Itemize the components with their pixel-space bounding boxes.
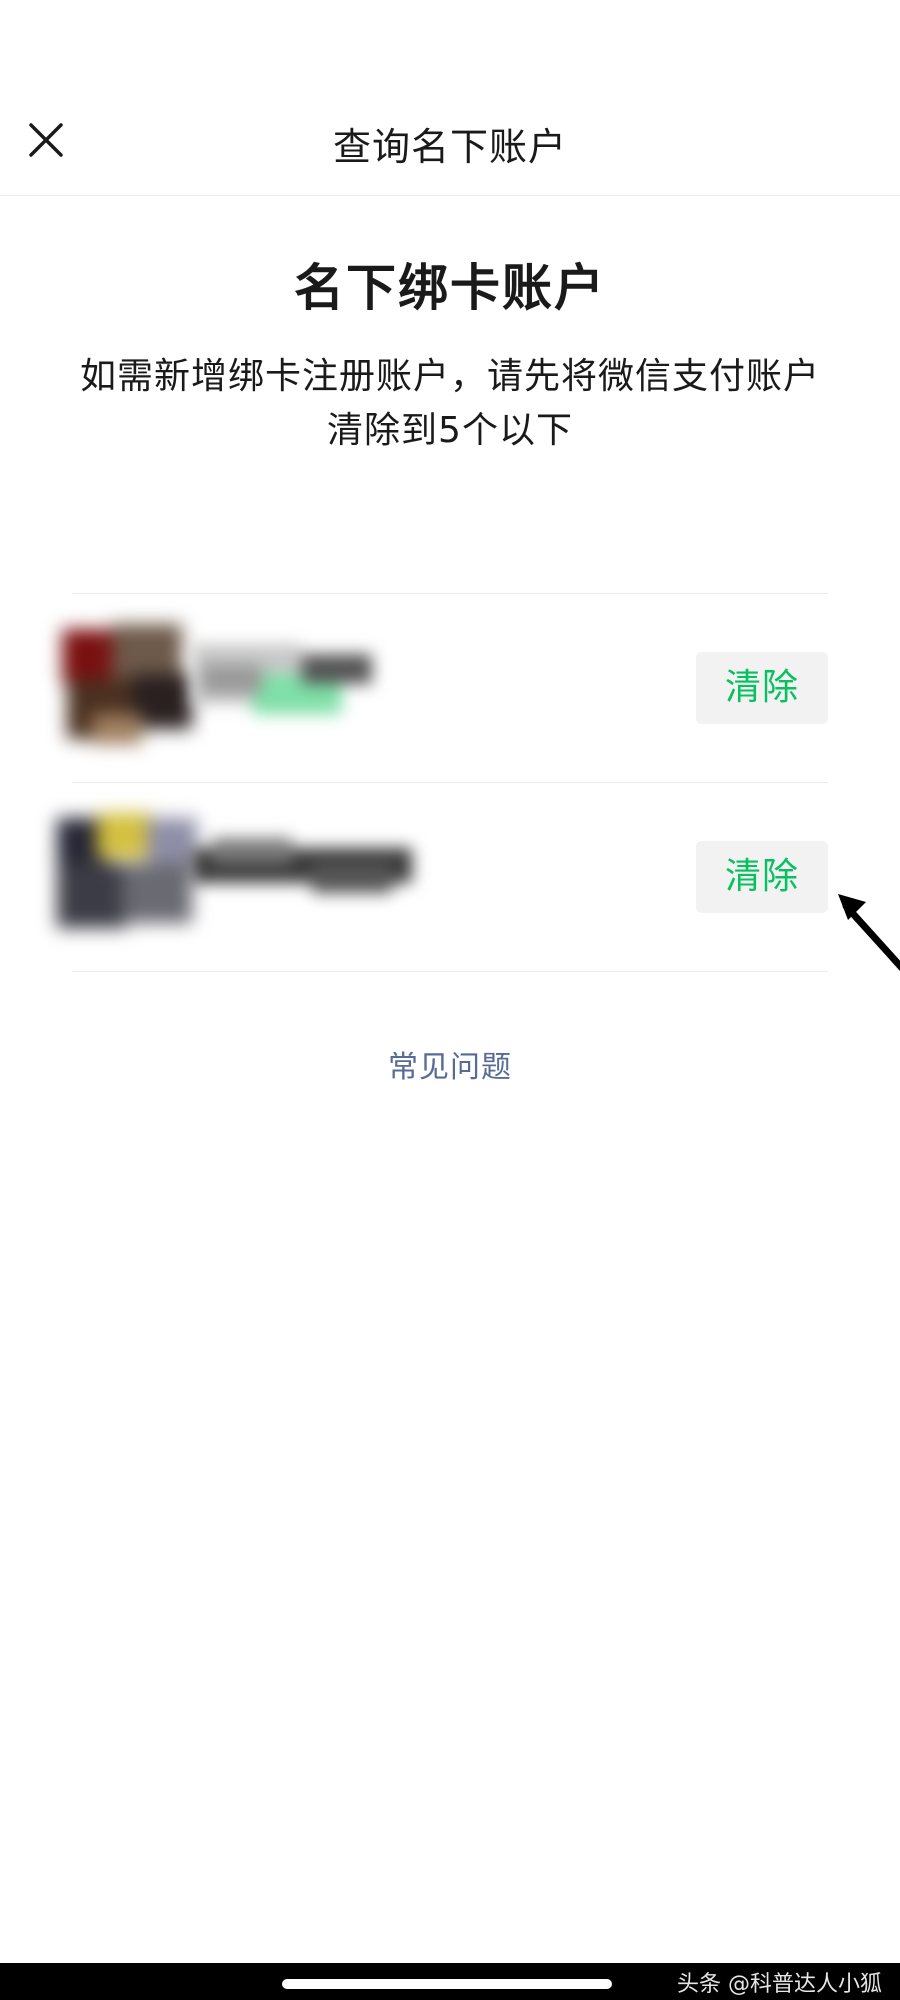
account-row: 清除 [62, 594, 828, 783]
clear-button[interactable]: 清除 [696, 841, 828, 913]
navigation-bar: 查询名下账户 [0, 70, 900, 196]
faq-link[interactable]: 常见问题 [0, 1042, 900, 1086]
blurred-account-name [192, 838, 412, 893]
annotation-arrow-icon [838, 894, 900, 971]
page-title: 查询名下账户 [332, 125, 567, 169]
account-list: 清除 清除 [57, 593, 828, 972]
blurred-avatar [57, 813, 197, 928]
account-row: 清除 [57, 783, 828, 972]
watermark-text: 头条 @科普达人小狐 [677, 1972, 882, 1997]
clear-button[interactable]: 清除 [696, 652, 828, 724]
blurred-account-name [192, 644, 372, 714]
home-indicator[interactable] [282, 1979, 612, 1989]
blurred-avatar [62, 624, 192, 744]
section-description: 如需新增绑卡注册账户，请先将微信支付账户清除到5个以下 [80, 356, 821, 451]
section-headline: 名下绑卡账户 [294, 259, 606, 317]
bottom-bar: 头条 @科普达人小狐 [0, 1963, 900, 2000]
